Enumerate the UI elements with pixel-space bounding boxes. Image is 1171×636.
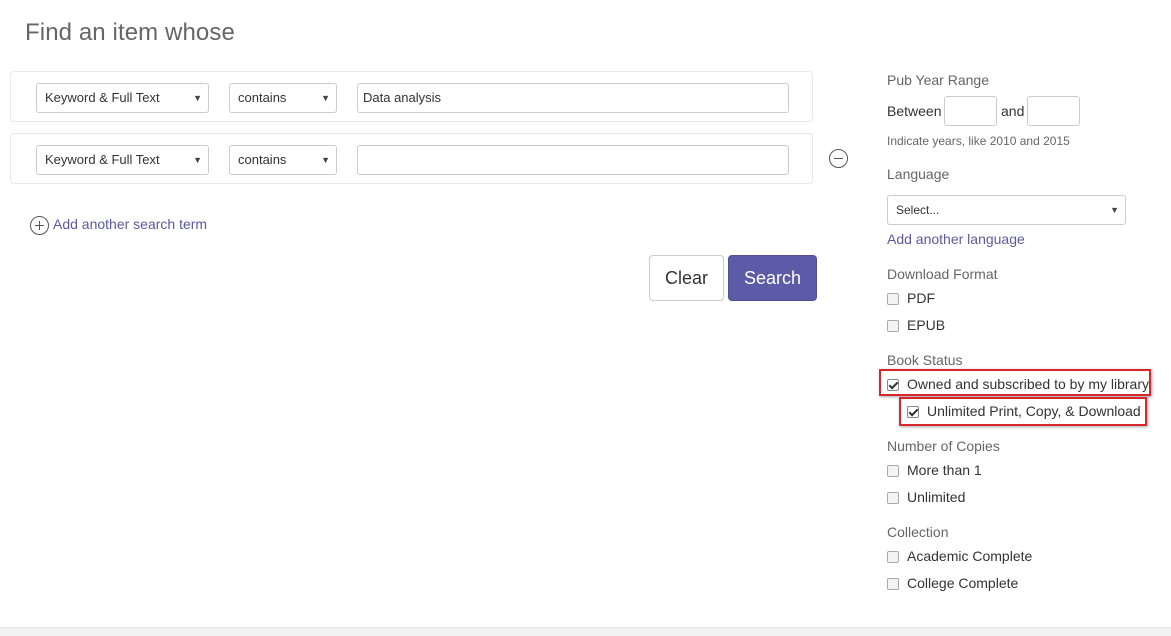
collection-label: Collection	[887, 524, 949, 540]
operator-select-value: contains	[238, 152, 287, 167]
download-format-label: Download Format	[887, 266, 998, 282]
operator-select[interactable]: contains ▼	[229, 145, 337, 175]
language-select-value: Select...	[896, 203, 940, 217]
search-row: Keyword & Full Text ▼ contains ▼ Data an…	[10, 71, 813, 122]
checkbox[interactable]	[887, 551, 899, 563]
remove-row-icon[interactable]	[829, 149, 848, 168]
checkbox-checked[interactable]	[907, 406, 919, 418]
year-from-input[interactable]	[944, 96, 997, 126]
add-language-link[interactable]: Add another language	[887, 231, 1025, 247]
clear-button[interactable]: Clear	[649, 255, 724, 301]
operator-select-value: contains	[238, 90, 287, 105]
checkbox-checked[interactable]	[887, 379, 899, 391]
field-select-value: Keyword & Full Text	[45, 152, 160, 167]
search-term-input[interactable]: Data analysis	[357, 83, 789, 113]
checkbox-label: Unlimited	[907, 489, 966, 505]
checkbox-label: Academic Complete	[907, 548, 1033, 564]
plus-circle-icon	[30, 216, 49, 235]
checkbox-label: PDF	[907, 290, 935, 306]
operator-select[interactable]: contains ▼	[229, 83, 337, 113]
checkbox-label: College Complete	[907, 575, 1019, 591]
book-status-label: Book Status	[887, 352, 963, 368]
language-label: Language	[887, 166, 950, 182]
checkbox-label: EPUB	[907, 317, 946, 333]
chevron-down-icon: ▼	[193, 155, 202, 165]
between-label: Between	[887, 103, 942, 119]
chevron-down-icon: ▼	[321, 93, 330, 103]
search-row: Keyword & Full Text ▼ contains ▼	[10, 133, 813, 184]
search-term-input[interactable]	[357, 145, 789, 175]
language-select[interactable]: Select... ▼	[887, 195, 1126, 225]
pub-year-label: Pub Year Range	[887, 72, 989, 88]
and-label: and	[1001, 103, 1025, 119]
search-button[interactable]: Search	[728, 255, 817, 301]
add-search-term-label: Add another search term	[53, 216, 208, 232]
checkbox[interactable]	[887, 293, 899, 305]
checkbox[interactable]	[887, 578, 899, 590]
chevron-down-icon: ▼	[193, 93, 202, 103]
year-hint: Indicate years, like 2010 and 2015	[887, 134, 1070, 148]
chevron-down-icon: ▼	[1110, 205, 1119, 215]
field-select-value: Keyword & Full Text	[45, 90, 160, 105]
checkbox[interactable]	[887, 492, 899, 504]
copies-label: Number of Copies	[887, 438, 1000, 454]
field-select[interactable]: Keyword & Full Text ▼	[36, 83, 209, 113]
field-select[interactable]: Keyword & Full Text ▼	[36, 145, 209, 175]
checkbox-label: More than 1	[907, 462, 982, 478]
chevron-down-icon: ▼	[321, 155, 330, 165]
page-title: Find an item whose	[25, 19, 235, 46]
year-to-input[interactable]	[1027, 96, 1080, 126]
checkbox[interactable]	[887, 320, 899, 332]
checkbox-label: Unlimited Print, Copy, & Download	[927, 403, 1141, 419]
checkbox[interactable]	[887, 465, 899, 477]
checkbox-label: Owned and subscribed to by my library	[907, 376, 1149, 392]
